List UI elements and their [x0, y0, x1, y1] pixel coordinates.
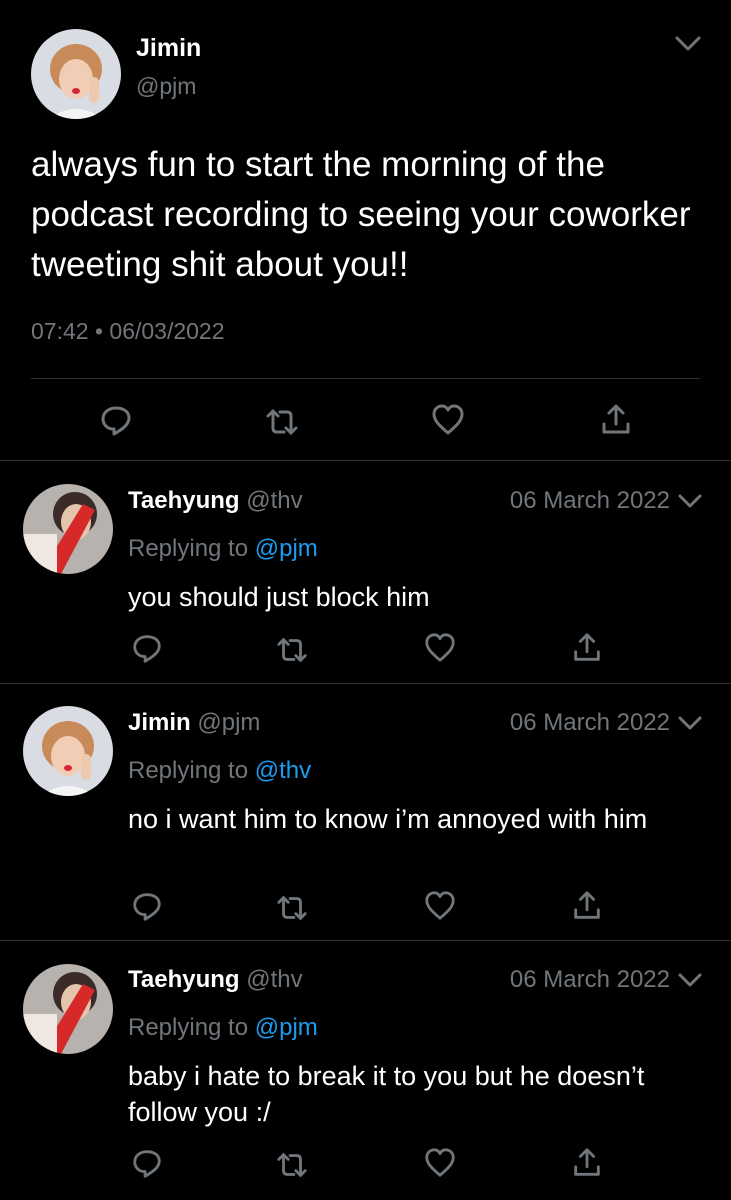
avatar[interactable]	[23, 484, 113, 574]
reply-tweet: Taehyung @thv 06 March 2022 Replying to …	[0, 941, 731, 1200]
reply-icon[interactable]	[98, 402, 134, 438]
author-handle[interactable]: @pjm	[136, 73, 196, 100]
replying-to-link[interactable]: @pjm	[255, 535, 318, 562]
tweet-text: baby i hate to break it to you but he do…	[128, 1061, 645, 1127]
tweet-timestamp: 07:42 • 06/03/2022	[31, 318, 225, 345]
replying-to-label: Replying to	[128, 1014, 249, 1041]
retweet-icon[interactable]	[275, 891, 309, 925]
reply-author[interactable]: Taehyung @thv	[128, 966, 303, 994]
replying-to: Replying to @thv	[128, 757, 311, 785]
author-name[interactable]: Taehyung	[128, 487, 240, 514]
replying-to: Replying to @pjm	[128, 1014, 318, 1042]
author-name[interactable]: Jimin	[128, 709, 191, 736]
tweet-thread: Jimin @pjm always fun to start the morni…	[0, 0, 731, 1200]
heart-icon[interactable]	[423, 631, 457, 665]
replying-to-link[interactable]: @thv	[255, 757, 311, 784]
author-handle[interactable]: @pjm	[197, 709, 260, 736]
avatar[interactable]	[23, 706, 113, 796]
share-icon[interactable]	[598, 402, 634, 438]
tweet-text: you should just block him	[128, 582, 430, 612]
reply-author[interactable]: Taehyung @thv	[128, 487, 303, 515]
heart-icon[interactable]	[423, 1146, 457, 1180]
author-name[interactable]: Taehyung	[128, 966, 240, 993]
reply-author[interactable]: Jimin @pjm	[128, 709, 260, 737]
share-icon[interactable]	[570, 631, 604, 665]
author-handle[interactable]: @thv	[246, 966, 302, 993]
tweet-text: always fun to start the morning of the p…	[31, 145, 691, 284]
share-icon[interactable]	[570, 1146, 604, 1180]
replying-to-label: Replying to	[128, 757, 249, 784]
avatar[interactable]	[31, 29, 121, 119]
reply-tweet: Jimin @pjm 06 March 2022 Replying to @th…	[0, 684, 731, 940]
author-name[interactable]: Jimin	[136, 34, 201, 63]
tweet-text: no i want him to know i’m annoyed with h…	[128, 804, 648, 834]
tweet-time: 07:42	[31, 318, 89, 344]
reply-icon[interactable]	[130, 1146, 164, 1180]
separator	[31, 378, 700, 379]
chevron-down-icon[interactable]	[676, 489, 704, 513]
heart-icon[interactable]	[423, 889, 457, 923]
reply-date: 06 March 2022	[509, 487, 670, 514]
replying-to: Replying to @pjm	[128, 535, 318, 563]
retweet-icon[interactable]	[264, 404, 300, 440]
chevron-down-icon[interactable]	[676, 711, 704, 735]
reply-date: 06 March 2022	[509, 966, 670, 993]
avatar[interactable]	[23, 964, 113, 1054]
meta-separator: •	[94, 318, 104, 344]
main-tweet: Jimin @pjm always fun to start the morni…	[0, 0, 731, 460]
retweet-icon[interactable]	[275, 1148, 309, 1182]
chevron-down-icon[interactable]	[672, 30, 704, 58]
replying-to-link[interactable]: @pjm	[255, 1014, 318, 1041]
heart-icon[interactable]	[430, 402, 466, 438]
reply-tweet: Taehyung @thv 06 March 2022 Replying to …	[0, 461, 731, 683]
author-handle[interactable]: @thv	[246, 487, 302, 514]
retweet-icon[interactable]	[275, 633, 309, 667]
reply-icon[interactable]	[130, 889, 164, 923]
chevron-down-icon[interactable]	[676, 968, 704, 992]
replying-to-label: Replying to	[128, 535, 249, 562]
reply-date: 06 March 2022	[509, 709, 670, 736]
tweet-date: 06/03/2022	[109, 318, 225, 344]
reply-icon[interactable]	[130, 631, 164, 665]
share-icon[interactable]	[570, 889, 604, 923]
